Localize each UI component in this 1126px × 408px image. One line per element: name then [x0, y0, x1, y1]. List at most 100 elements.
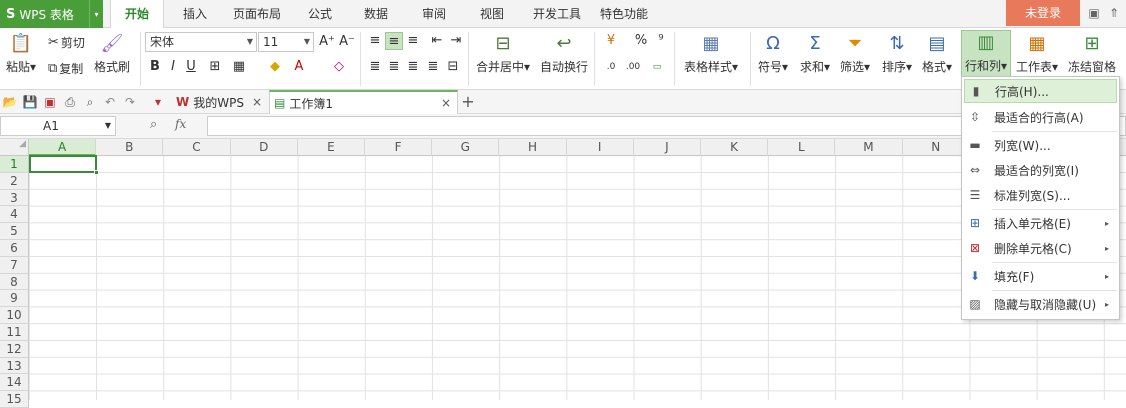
menu-item-standard-width[interactable]: ☰ 标准列宽(S)... — [964, 183, 1117, 207]
font-name-select[interactable]: 宋体 ▼ — [145, 32, 257, 52]
percent-icon[interactable]: % — [632, 32, 650, 50]
column-header-i[interactable]: I — [567, 139, 634, 156]
menu-item-delete-cells[interactable]: ⊠ 删除单元格(C) ▸ — [964, 236, 1117, 260]
menu-item-fill[interactable]: ⬇ 填充(F) ▸ — [964, 264, 1117, 288]
app-menu-button[interactable]: S WPS 表格 ▾ — [0, 0, 103, 28]
column-header-g[interactable]: G — [432, 139, 500, 156]
indent-decrease-icon[interactable]: ⇤ — [428, 32, 446, 50]
menu-item-autofit-col[interactable]: ⇔ 最适合的列宽(I) — [964, 158, 1117, 182]
align-bottom-icon[interactable]: ≡ — [404, 32, 422, 50]
fill-handle[interactable] — [94, 170, 99, 175]
column-header-l[interactable]: L — [768, 139, 836, 156]
fx-icon[interactable]: fx — [175, 117, 186, 131]
row-col-button[interactable]: ▥ 行和列▾ — [961, 30, 1011, 78]
close-icon[interactable]: × — [441, 96, 451, 110]
column-header-h[interactable]: H — [499, 139, 567, 156]
menu-item-insert-cells[interactable]: ⊞ 插入单元格(E) ▸ — [964, 211, 1117, 235]
sort-button[interactable]: ⇅ 排序▾ — [882, 32, 912, 75]
format-painter-button[interactable]: 🖌 格式刷 — [94, 32, 130, 75]
column-header-d[interactable]: D — [231, 139, 298, 156]
border-icon[interactable]: ⊞ — [206, 58, 224, 76]
align-right-icon[interactable]: ≣ — [404, 58, 422, 76]
clear-format-icon[interactable]: ◇ — [330, 58, 348, 76]
login-button[interactable]: 未登录 — [1006, 0, 1080, 26]
row-header-3[interactable]: 3 — [0, 189, 29, 207]
decrease-decimal-icon[interactable]: .00 — [624, 58, 642, 76]
merge-center-button[interactable]: ⊟ 合并居中▾ — [476, 32, 530, 75]
tab-page-layout[interactable]: 页面布局 — [228, 0, 286, 28]
row-header-12[interactable]: 12 — [0, 340, 29, 358]
select-all-corner[interactable]: ◢ — [0, 139, 29, 156]
menu-item-hide-unhide[interactable]: ▨ 隐藏与取消隐藏(U) ▸ — [964, 292, 1117, 316]
redo-icon[interactable]: ↷ — [122, 94, 138, 110]
row-header-1[interactable]: 1 — [0, 156, 29, 173]
font-size-select[interactable]: 11 ▼ — [258, 32, 314, 52]
column-header-m[interactable]: M — [835, 139, 903, 156]
column-header-a[interactable]: A — [29, 139, 97, 156]
row-header-7[interactable]: 7 — [0, 256, 29, 274]
customize-toolbar-icon[interactable]: ▾ — [150, 94, 166, 110]
wrap-text-button[interactable]: ↩ 自动换行 — [540, 32, 588, 75]
underline-icon[interactable]: U — [182, 58, 200, 76]
row-header-11[interactable]: 11 — [0, 324, 29, 341]
align-left-icon[interactable]: ≣ — [366, 58, 384, 76]
cut-button[interactable]: ✂ 剪切 — [48, 34, 85, 51]
app-dropdown-icon[interactable]: ▾ — [89, 0, 103, 28]
menu-item-row-height[interactable]: ▮ 行高(H)... — [964, 79, 1117, 103]
font-color-icon[interactable]: A — [290, 58, 308, 76]
tab-view[interactable]: 视图 — [472, 0, 512, 28]
export-pdf-icon[interactable]: ▣ — [42, 94, 58, 110]
justify-icon[interactable]: ≣ — [424, 58, 442, 76]
indent-increase-icon[interactable]: ⇥ — [447, 32, 465, 50]
tab-insert[interactable]: 插入 — [172, 0, 218, 28]
active-cell-a1[interactable] — [29, 155, 99, 175]
row-header-9[interactable]: 9 — [0, 290, 29, 308]
save-icon[interactable]: 💾 — [22, 94, 38, 110]
format-button[interactable]: ▤ 格式▾ — [922, 32, 952, 75]
column-header-n[interactable]: N — [903, 139, 970, 156]
row-header-10[interactable]: 10 — [0, 307, 29, 324]
column-header-b[interactable]: B — [96, 139, 164, 156]
tab-review[interactable]: 审阅 — [414, 0, 454, 28]
tab-special[interactable]: 特色功能 — [596, 0, 652, 28]
row-header-8[interactable]: 8 — [0, 273, 29, 291]
skin-icon[interactable]: ▣ — [1086, 5, 1102, 21]
increase-decimal-icon[interactable]: .0 — [602, 58, 620, 76]
font-shrink-icon[interactable]: A⁻ — [338, 33, 356, 51]
tab-workbook1[interactable]: ▤ 工作簿1 × — [269, 90, 458, 114]
filter-button[interactable]: ⏷ 筛选▾ — [840, 32, 870, 75]
table-style-button[interactable]: ▦ 表格样式▾ — [684, 32, 738, 75]
symbol-button[interactable]: Ω 符号▾ — [758, 32, 788, 75]
menu-item-col-width[interactable]: ▬ 列宽(W)... — [964, 133, 1117, 157]
font-grow-icon[interactable]: A⁺ — [318, 33, 336, 51]
tab-my-wps[interactable]: W 我的WPS × — [172, 90, 268, 114]
comma-style-icon[interactable]: ⁹ — [652, 32, 670, 50]
align-top-icon[interactable]: ≡ — [366, 32, 384, 50]
column-header-e[interactable]: E — [298, 139, 365, 156]
freeze-panes-button[interactable]: ⊞ 冻结窗格 — [1068, 32, 1116, 75]
print-icon[interactable]: ⎙ — [62, 94, 78, 110]
paste-button[interactable]: 📋 粘贴▾ — [6, 32, 36, 75]
row-header-4[interactable]: 4 — [0, 206, 29, 224]
zoom-search-icon[interactable]: ⌕ — [150, 117, 157, 132]
tab-data[interactable]: 数据 — [356, 0, 396, 28]
number-format-icon[interactable]: ▭ — [648, 58, 666, 76]
add-tab-button[interactable]: + — [460, 94, 476, 110]
up-arrow-icon[interactable]: ⇑ — [1106, 5, 1122, 21]
column-header-c[interactable]: C — [163, 139, 231, 156]
tab-developer[interactable]: 开发工具 — [530, 0, 584, 28]
cell-style-icon[interactable]: ▦ — [230, 58, 248, 76]
row-header-13[interactable]: 13 — [0, 357, 29, 375]
align-center-icon[interactable]: ≣ — [385, 58, 403, 76]
currency-icon[interactable]: ¥ — [602, 32, 620, 50]
fill-color-icon[interactable]: ◆ — [266, 58, 284, 76]
row-header-2[interactable]: 2 — [0, 172, 29, 190]
worksheet-button[interactable]: ▦ 工作表▾ — [1016, 32, 1058, 75]
distributed-icon[interactable]: ⊟ — [444, 58, 462, 76]
column-header-k[interactable]: K — [701, 139, 769, 156]
row-header-14[interactable]: 14 — [0, 374, 29, 392]
row-header-6[interactable]: 6 — [0, 240, 29, 257]
tab-formula[interactable]: 公式 — [300, 0, 340, 28]
name-box[interactable]: A1 ▼ — [0, 116, 116, 136]
open-folder-icon[interactable]: 📂 — [2, 94, 18, 110]
